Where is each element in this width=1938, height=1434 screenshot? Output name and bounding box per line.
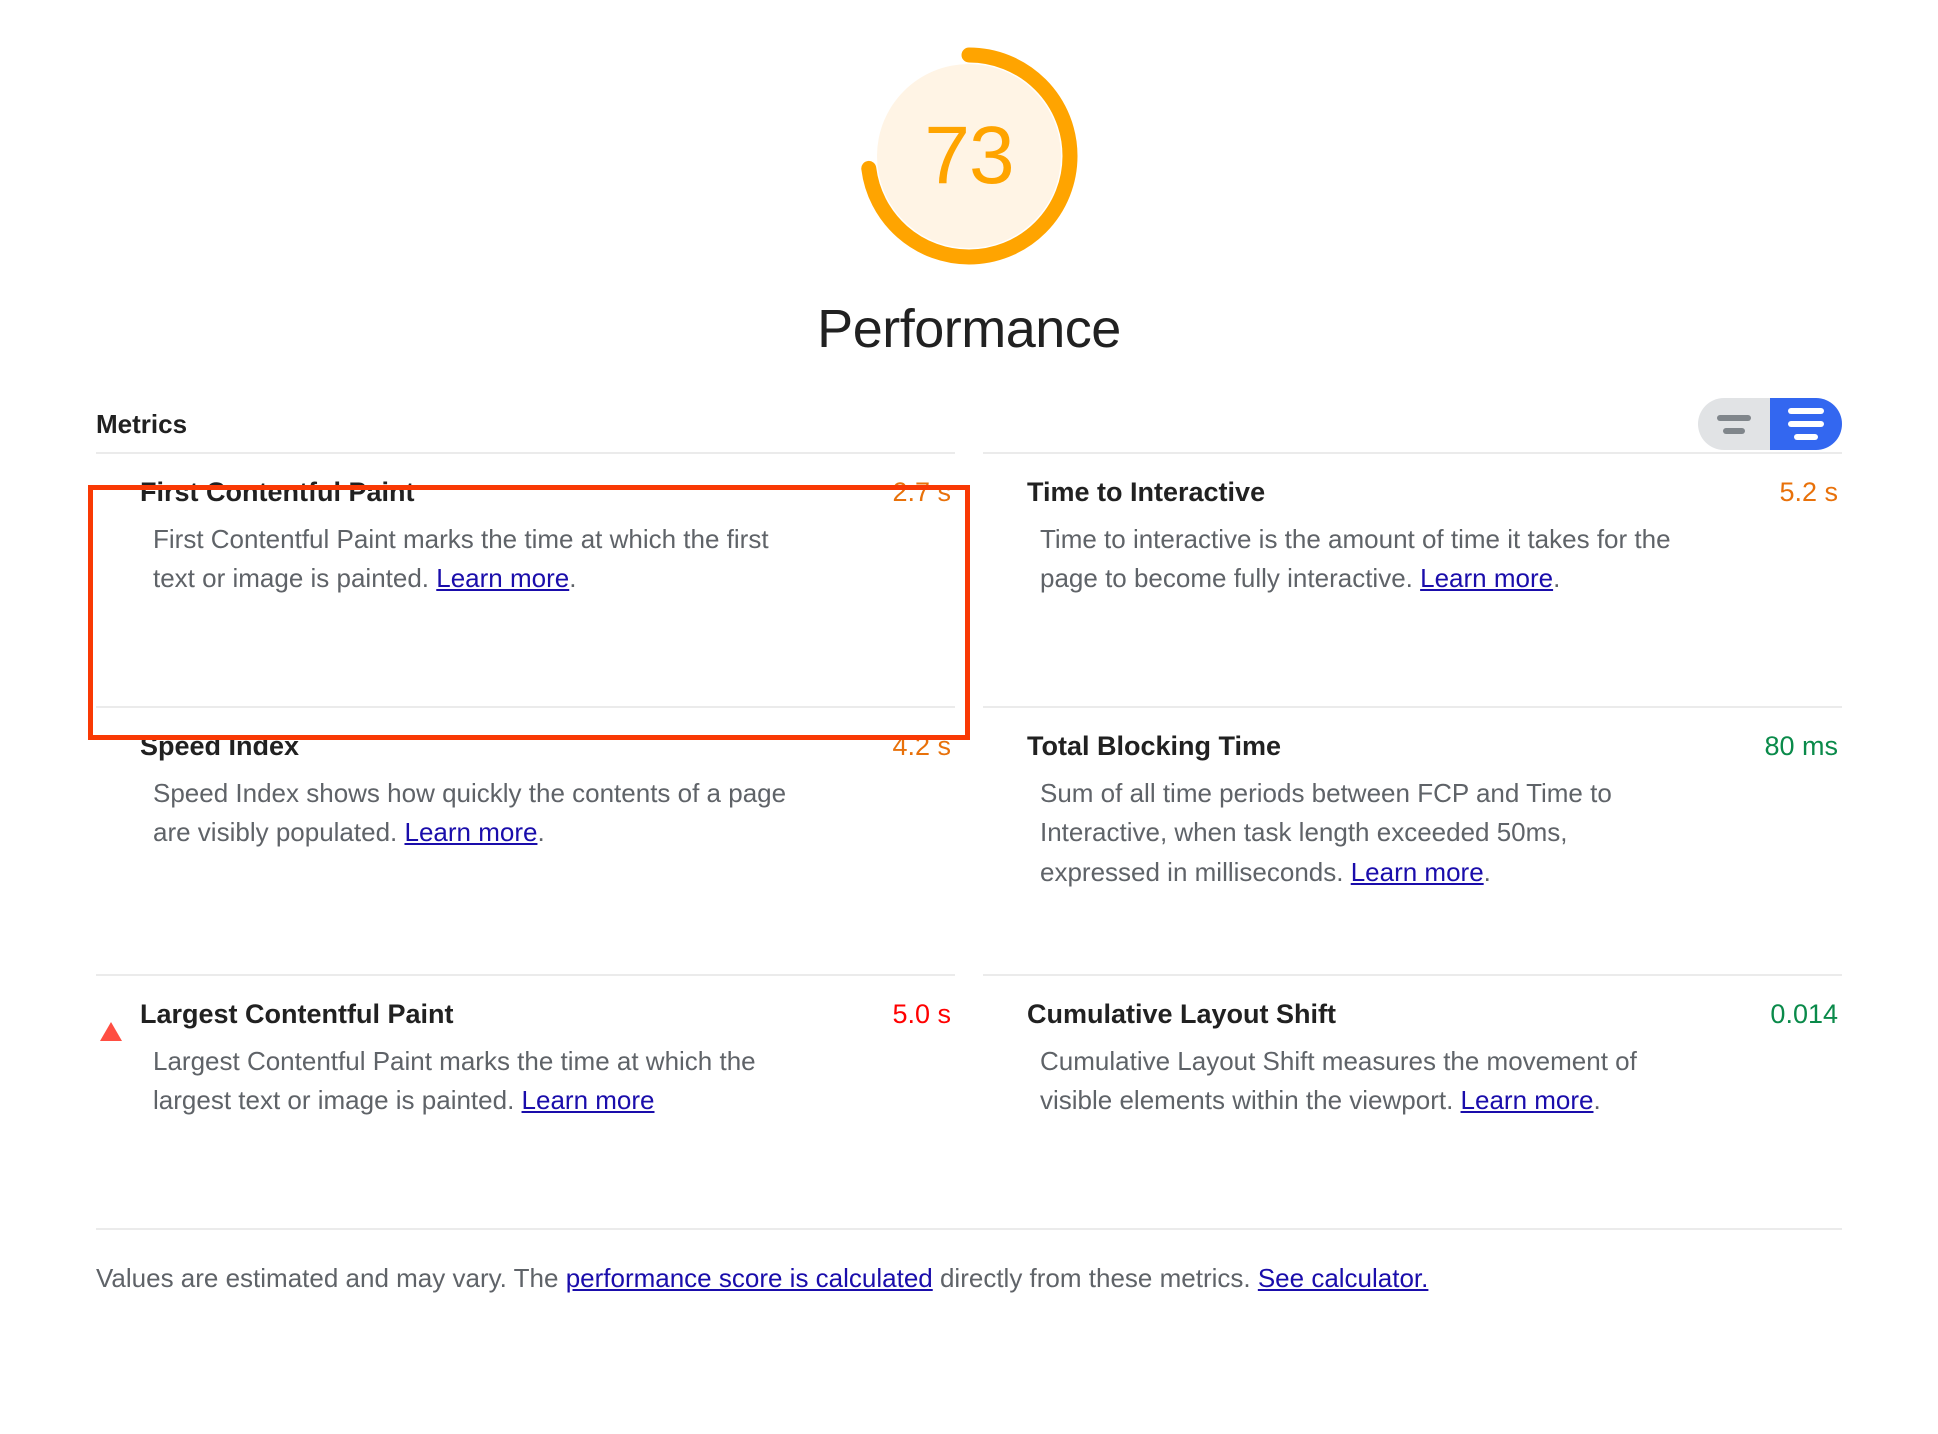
metric-description: Time to interactive is the amount of tim… bbox=[1040, 520, 1680, 599]
footer-text-part1: Values are estimated and may vary. The bbox=[96, 1263, 566, 1293]
performance-score-value: 73 bbox=[924, 110, 1014, 201]
metric-card-first-contentful-paint[interactable]: First Contentful Paint 2.7 s First Content… bbox=[96, 452, 955, 706]
learn-more-link[interactable]: Learn more bbox=[404, 817, 537, 847]
metric-card-total-blocking-time[interactable]: Total Blocking Time 80 ms Sum of all time … bbox=[983, 706, 1842, 974]
metrics-footer-note: Values are estimated and may vary. The p… bbox=[96, 1228, 1842, 1296]
toggle-simple-view-button[interactable] bbox=[1698, 398, 1770, 450]
metric-value: 5.2 s bbox=[1779, 477, 1838, 507]
circle-icon bbox=[987, 737, 1007, 757]
learn-more-link[interactable]: Learn more bbox=[522, 1085, 655, 1115]
performance-score-section: 73 Performance bbox=[0, 0, 1938, 360]
toggle-line-icon bbox=[1794, 434, 1818, 440]
metric-description-suffix: . bbox=[569, 563, 577, 594]
metric-card-cumulative-layout-shift[interactable]: Cumulative Layout Shift 0.014 Cumulative L… bbox=[983, 974, 1842, 1228]
performance-score-calculated-link[interactable]: performance score is calculated bbox=[566, 1263, 933, 1293]
metric-name: Speed Index bbox=[140, 731, 300, 761]
toggle-line-icon bbox=[1717, 414, 1751, 421]
circle-icon bbox=[987, 1005, 1007, 1025]
toggle-detailed-view-button[interactable] bbox=[1770, 398, 1842, 450]
metric-description-text: Largest Contentful Paint marks the time … bbox=[153, 1045, 756, 1116]
metric-value: 80 ms bbox=[1764, 731, 1838, 761]
metric-name: First Contentful Paint bbox=[140, 477, 415, 507]
toggle-line-icon bbox=[1723, 427, 1745, 434]
metric-value: 2.7 s bbox=[892, 477, 951, 507]
metric-description: Speed Index shows how quickly the conten… bbox=[153, 774, 793, 853]
metrics-grid: First Contentful Paint 2.7 s First Content… bbox=[0, 452, 1938, 1228]
performance-gauge[interactable]: 73 bbox=[853, 40, 1085, 272]
square-icon bbox=[987, 483, 1007, 503]
metric-description: Sum of all time periods between FCP and … bbox=[1040, 774, 1680, 893]
learn-more-link[interactable]: Learn more bbox=[1461, 1085, 1594, 1115]
square-icon bbox=[100, 737, 120, 757]
metric-description-text: Time to interactive is the amount of tim… bbox=[1040, 523, 1671, 594]
metrics-view-toggle[interactable] bbox=[1698, 398, 1842, 450]
triangle-icon-shape bbox=[100, 1004, 122, 1041]
metric-description-suffix: . bbox=[1483, 856, 1491, 887]
metric-description-suffix: . bbox=[1553, 563, 1561, 594]
metric-description: First Contentful Paint marks the time at… bbox=[153, 520, 793, 599]
footer-text-part2: directly from these metrics. bbox=[932, 1263, 1258, 1293]
toggle-line-icon bbox=[1788, 408, 1824, 414]
metric-card-largest-contentful-paint[interactable]: Largest Contentful Paint 5.0 s Largest Con… bbox=[96, 974, 955, 1228]
triangle-icon bbox=[100, 1004, 122, 1041]
metric-card-speed-index[interactable]: Speed Index 4.2 s Speed Index shows how qu… bbox=[96, 706, 955, 974]
metrics-header: Metrics bbox=[0, 396, 1938, 452]
page-title: Performance bbox=[817, 299, 1121, 359]
metric-description-suffix: . bbox=[1593, 1085, 1601, 1116]
metric-name: Time to Interactive bbox=[1027, 477, 1266, 507]
metric-name: Total Blocking Time bbox=[1027, 731, 1282, 761]
learn-more-link[interactable]: Learn more bbox=[1351, 857, 1484, 887]
metric-description-text: Sum of all time periods between FCP and … bbox=[1040, 777, 1612, 887]
square-icon bbox=[100, 483, 120, 503]
learn-more-link[interactable]: Learn more bbox=[1420, 563, 1553, 593]
metric-description: Cumulative Layout Shift measures the mov… bbox=[1040, 1042, 1680, 1121]
metric-name: Cumulative Layout Shift bbox=[1027, 999, 1337, 1029]
metric-description: Largest Contentful Paint marks the time … bbox=[153, 1042, 793, 1121]
see-calculator-link[interactable]: See calculator. bbox=[1258, 1263, 1429, 1293]
metric-name: Largest Contentful Paint bbox=[140, 999, 454, 1029]
metrics-section-title: Metrics bbox=[96, 408, 188, 439]
metric-card-time-to-interactive[interactable]: Time to Interactive 5.2 s Time to interact… bbox=[983, 452, 1842, 706]
toggle-line-icon bbox=[1788, 421, 1824, 427]
learn-more-link[interactable]: Learn more bbox=[436, 563, 569, 593]
metric-value: 5.0 s bbox=[892, 999, 951, 1029]
metric-value: 4.2 s bbox=[892, 731, 951, 761]
metric-description-suffix: . bbox=[537, 817, 545, 848]
metric-value: 0.014 bbox=[1770, 999, 1838, 1029]
